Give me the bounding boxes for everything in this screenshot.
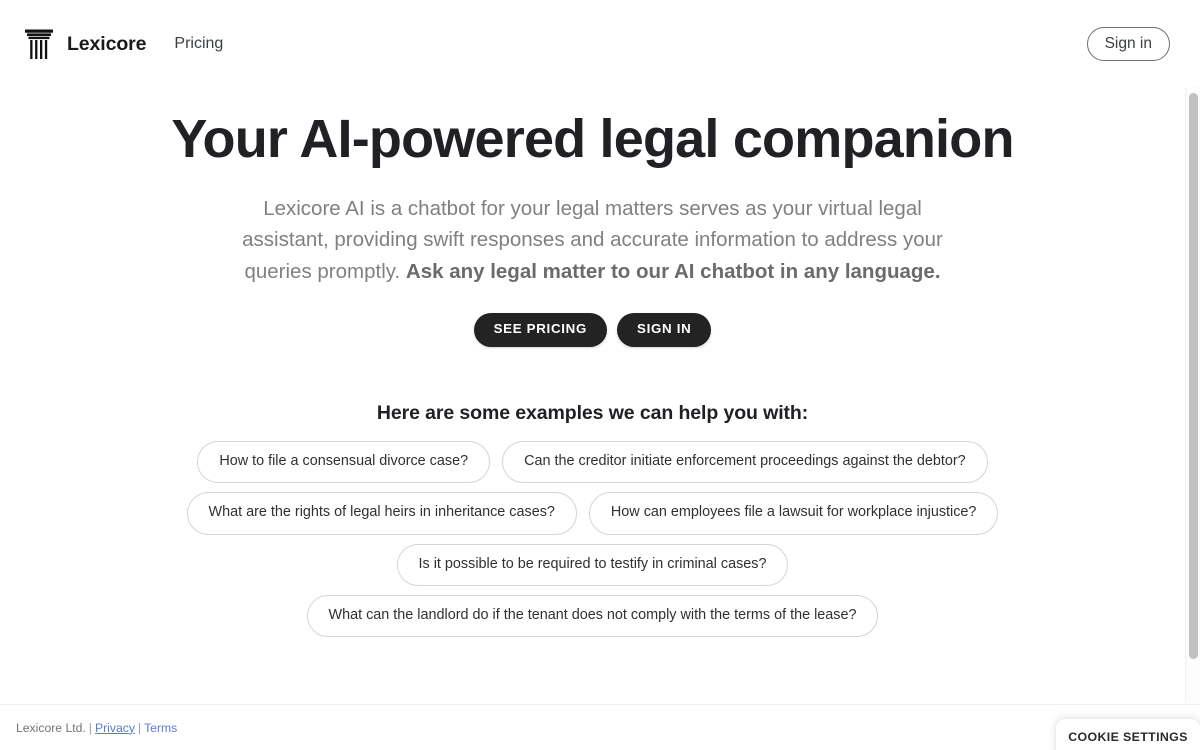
example-chip[interactable]: Can the creditor initiate enforcement pr… [502,441,988,484]
example-chip[interactable]: What are the rights of legal heirs in in… [186,492,577,535]
nav-item-pricing[interactable]: Pricing [172,31,225,57]
cta-button-row: SEE PRICING SIGN IN [0,313,1185,347]
examples-section: Here are some examples we can help you w… [0,402,1185,638]
sign-in-button[interactable]: Sign in [1086,26,1170,62]
example-chip-row: How to file a consensual divorce case? C… [197,441,988,484]
example-chip[interactable]: How can employees file a lawsuit for wor… [588,492,999,535]
footer-link-privacy[interactable]: Privacy [95,721,135,735]
sign-in-cta-button[interactable]: SIGN IN [617,313,712,347]
footer-company: Lexicore Ltd. [16,720,86,735]
example-chip[interactable]: How to file a consensual divorce case? [197,441,491,484]
example-chip-row: What are the rights of legal heirs in in… [186,492,999,535]
example-chip-row: What can the landlord do if the tenant d… [306,594,879,638]
classical-column-icon [24,27,54,61]
site-header: Lexicore Pricing Sign in [0,0,1192,88]
vertical-scrollbar[interactable] [1185,86,1200,703]
site-footer: Lexicore Ltd. | Privacy | Terms [0,704,1200,750]
see-pricing-button[interactable]: SEE PRICING [473,313,607,347]
hero-subtitle: Lexicore AI is a chatbot for your legal … [228,193,958,288]
example-chip-list: How to file a consensual divorce case? C… [0,441,1185,638]
hero-subtitle-bold: Ask any legal matter to our AI chatbot i… [405,259,941,283]
example-chip-row: Is it possible to be required to testify… [396,543,789,586]
cookie-settings-label: COOKIE SETTINGS [1068,730,1188,744]
example-chip[interactable]: What can the landlord do if the tenant d… [306,594,879,638]
footer-link-terms[interactable]: Terms [144,721,177,735]
footer-separator-1: | [88,720,92,735]
hero-section: Your AI-powered legal companion Lexicore… [0,108,1185,347]
cookie-settings-button[interactable]: COOKIE SETTINGS [1056,719,1200,750]
page-scroll-region: Your AI-powered legal companion Lexicore… [0,0,1192,704]
page-title: Your AI-powered legal companion [171,109,1014,169]
brand-name: Lexicore [67,32,147,55]
scrollbar-thumb[interactable] [1189,93,1198,659]
example-chip[interactable]: Is it possible to be required to testify… [396,543,789,586]
primary-nav: Pricing [172,31,225,57]
brand-logo-link[interactable]: Lexicore [24,27,147,61]
examples-heading: Here are some examples we can help you w… [376,402,809,424]
footer-separator-2: | [137,720,142,735]
